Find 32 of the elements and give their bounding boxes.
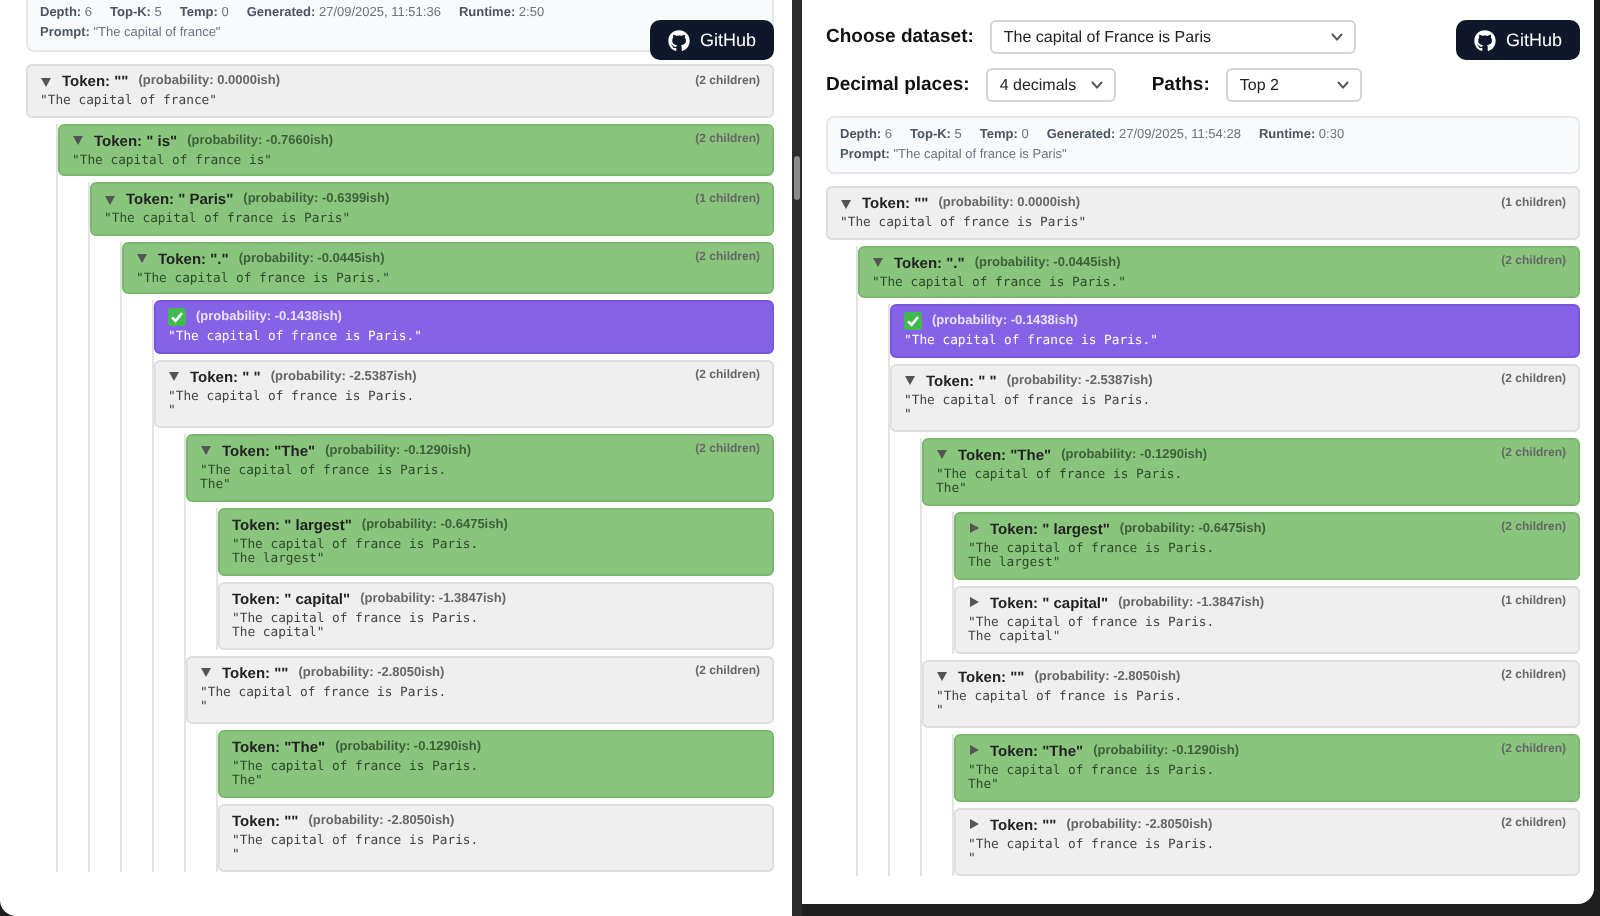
chevron-down-icon bbox=[1089, 80, 1104, 90]
github-icon bbox=[1473, 29, 1496, 51]
caret-down-icon[interactable] bbox=[200, 444, 212, 456]
github-button[interactable]: GitHub bbox=[649, 20, 774, 60]
caret-right-icon[interactable] bbox=[968, 522, 980, 534]
decimal-places-label: Decimal places: bbox=[826, 74, 970, 96]
caret-right-icon[interactable] bbox=[968, 596, 980, 608]
dropdown-select[interactable]: Top 2 bbox=[1225, 68, 1362, 102]
scrollbar-thumb[interactable] bbox=[794, 156, 800, 200]
caret-down-icon[interactable] bbox=[904, 374, 916, 386]
dropdown-select[interactable]: The capital of France is Paris bbox=[989, 20, 1356, 54]
github-button[interactable]: GitHub bbox=[1455, 20, 1580, 60]
caret-down-icon[interactable] bbox=[72, 134, 84, 146]
chevron-down-icon bbox=[1335, 80, 1350, 90]
caret-down-icon[interactable] bbox=[40, 75, 52, 87]
caret-down-icon[interactable] bbox=[872, 256, 884, 268]
paths-label: Paths: bbox=[1151, 74, 1210, 96]
caret-down-icon[interactable] bbox=[200, 666, 212, 678]
caret-right-icon[interactable] bbox=[968, 744, 980, 756]
caret-down-icon[interactable] bbox=[136, 252, 148, 264]
caret-down-icon[interactable] bbox=[104, 193, 116, 205]
github-icon bbox=[667, 29, 690, 51]
caret-down-icon[interactable] bbox=[936, 448, 948, 460]
dataset-label: Choose dataset: bbox=[826, 26, 974, 48]
dropdown-select[interactable]: 4 decimals bbox=[985, 68, 1116, 102]
check-icon bbox=[904, 312, 922, 330]
caret-down-icon[interactable] bbox=[168, 370, 180, 382]
chevron-down-icon bbox=[1329, 32, 1344, 42]
caret-down-icon[interactable] bbox=[936, 670, 948, 682]
caret-right-icon[interactable] bbox=[968, 818, 980, 830]
caret-down-icon[interactable] bbox=[840, 197, 852, 209]
check-icon bbox=[168, 308, 186, 326]
